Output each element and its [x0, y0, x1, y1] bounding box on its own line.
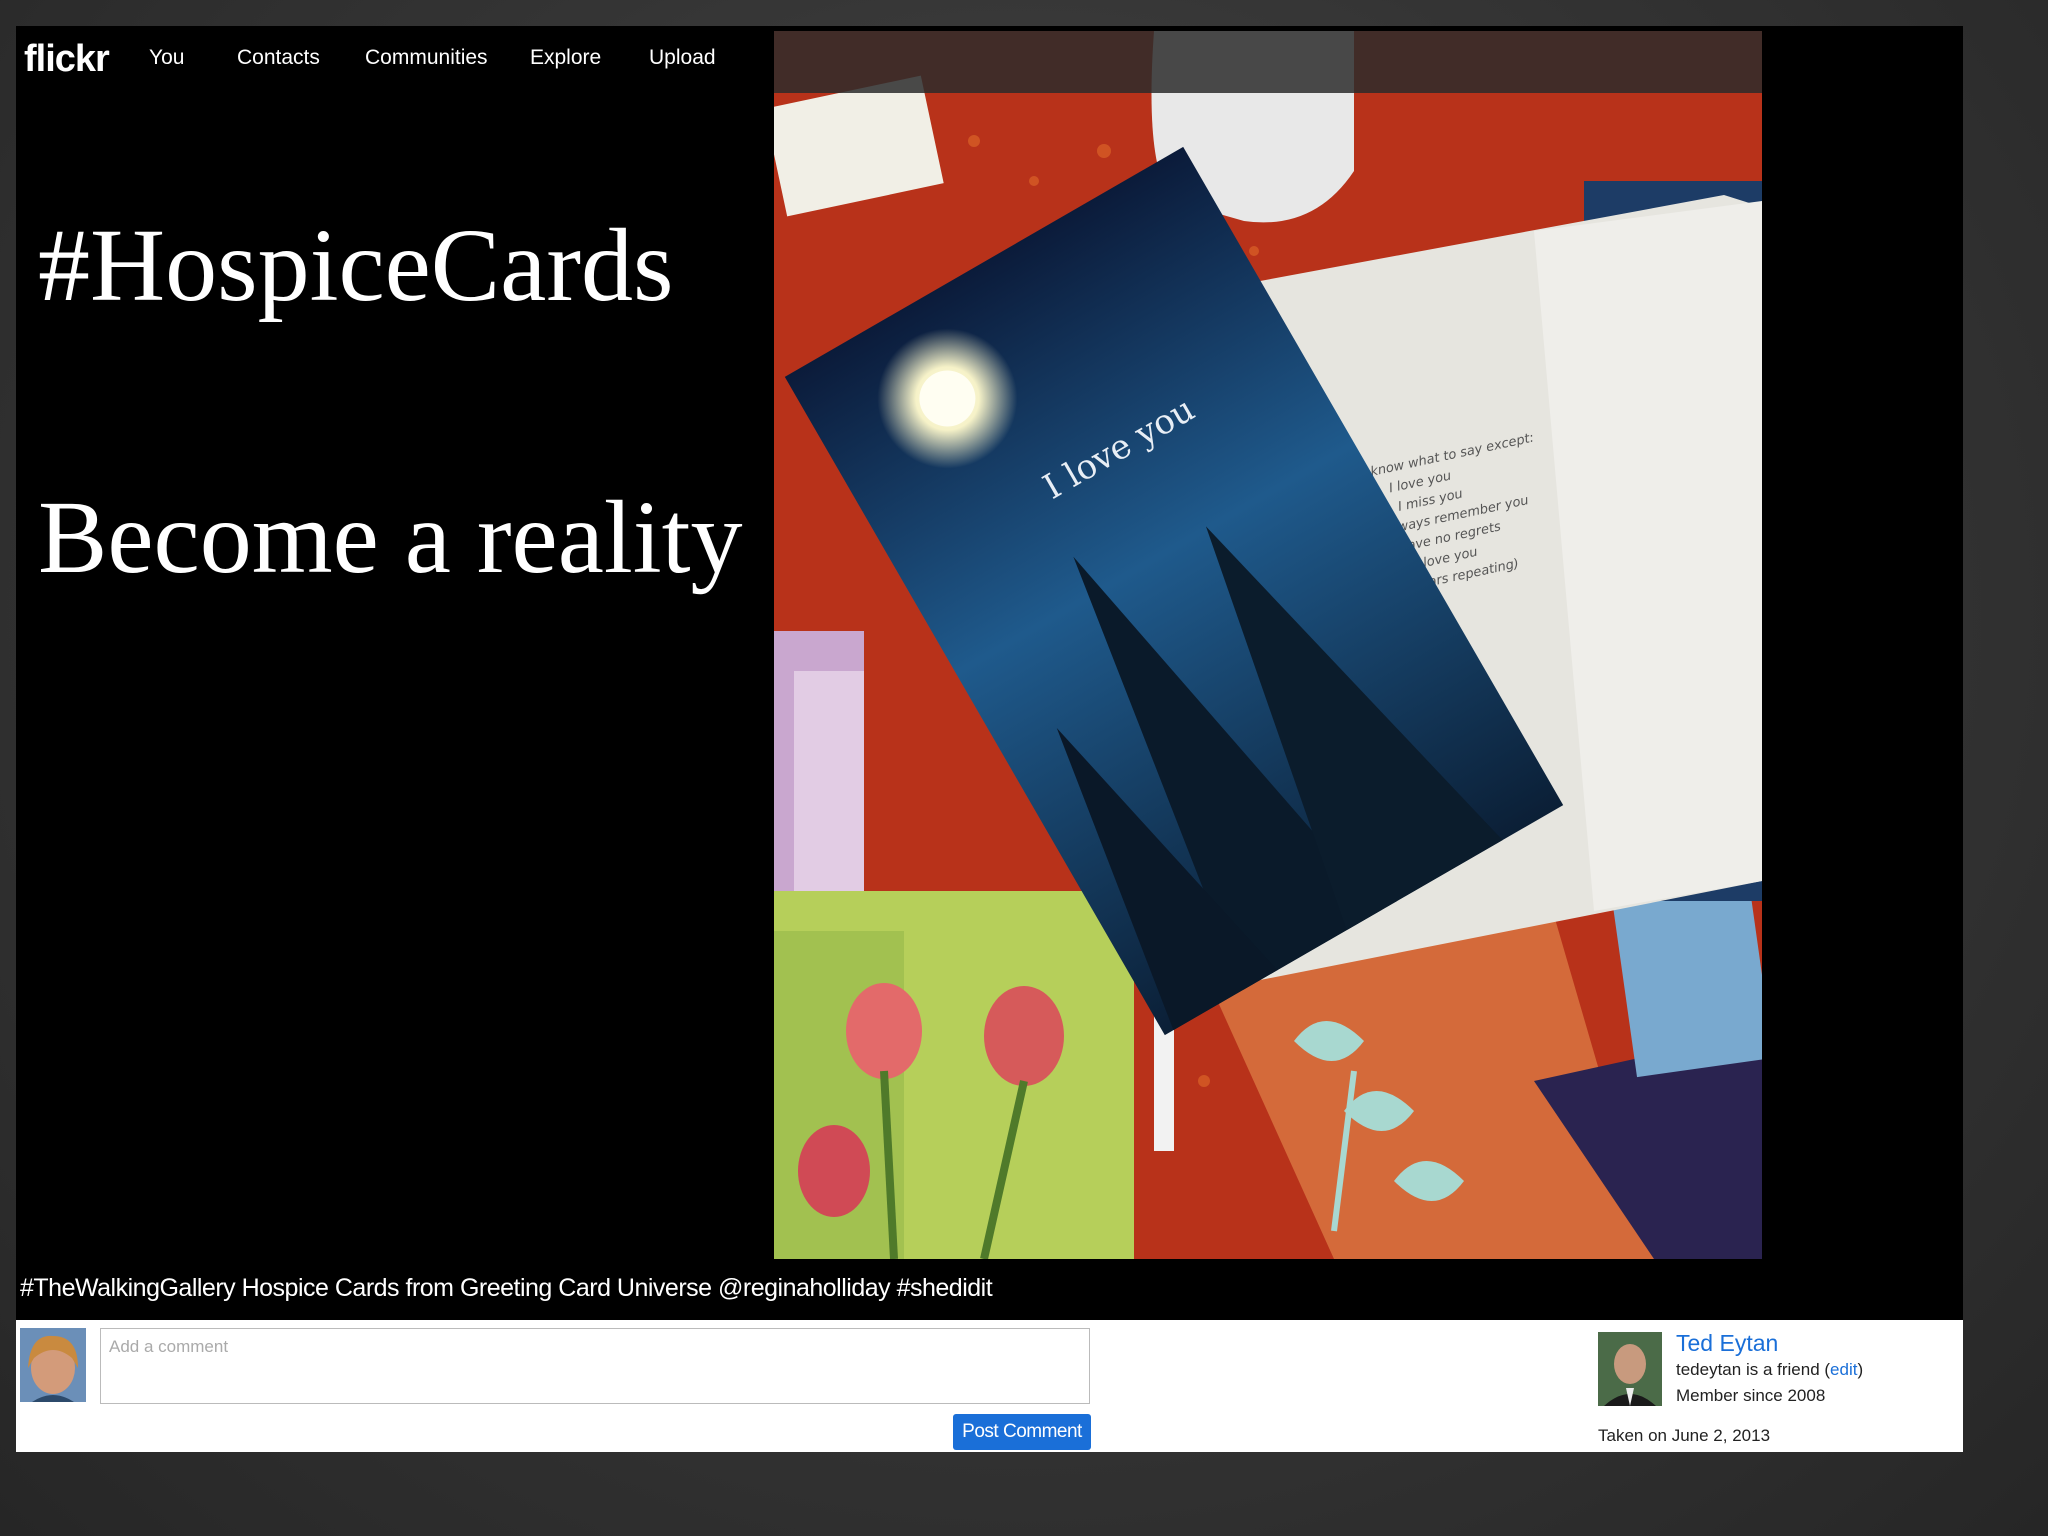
avatar[interactable] — [20, 1328, 86, 1402]
edit-link[interactable]: edit — [1830, 1360, 1857, 1379]
friend-status-text: tedeytan is a friend ( — [1676, 1360, 1831, 1379]
nav-upload[interactable]: Upload — [649, 46, 716, 70]
nav-communities[interactable]: Communities — [365, 46, 488, 70]
member-since: Member since 2008 — [1676, 1386, 1826, 1405]
owner-avatar[interactable] — [1598, 1332, 1662, 1406]
friend-status-close: ) — [1857, 1360, 1864, 1379]
photo-image: I don't know what to say except: I love … — [774, 31, 1762, 1259]
photo-caption: #TheWalkingGallery Hospice Cards from Gr… — [20, 1274, 993, 1302]
comment-panel: Add a comment Post Comment Ted Eytan ted… — [16, 1320, 1963, 1452]
taken-date: Taken on June 2, 2013 — [1598, 1426, 1771, 1445]
flickr-logo[interactable]: flickr — [24, 38, 110, 81]
nav-contacts[interactable]: Contacts — [237, 46, 320, 70]
nav-explore[interactable]: Explore — [530, 46, 601, 70]
friend-status: tedeytan is a friend (edit) — [1676, 1360, 1863, 1380]
comment-input[interactable]: Add a comment — [100, 1328, 1090, 1404]
slide-subtitle: Become a reality — [38, 480, 743, 595]
photo[interactable]: I don't know what to say except: I love … — [774, 31, 1762, 1259]
owner-name[interactable]: Ted Eytan — [1676, 1330, 1778, 1357]
post-comment-button[interactable]: Post Comment — [953, 1414, 1091, 1450]
slide-title: #HospiceCards — [38, 208, 674, 323]
nav-you[interactable]: You — [149, 46, 184, 70]
top-nav: flickr You Contacts Communities Explore … — [16, 26, 1963, 92]
flickr-photo-page: I don't know what to say except: I love … — [16, 26, 1963, 1452]
